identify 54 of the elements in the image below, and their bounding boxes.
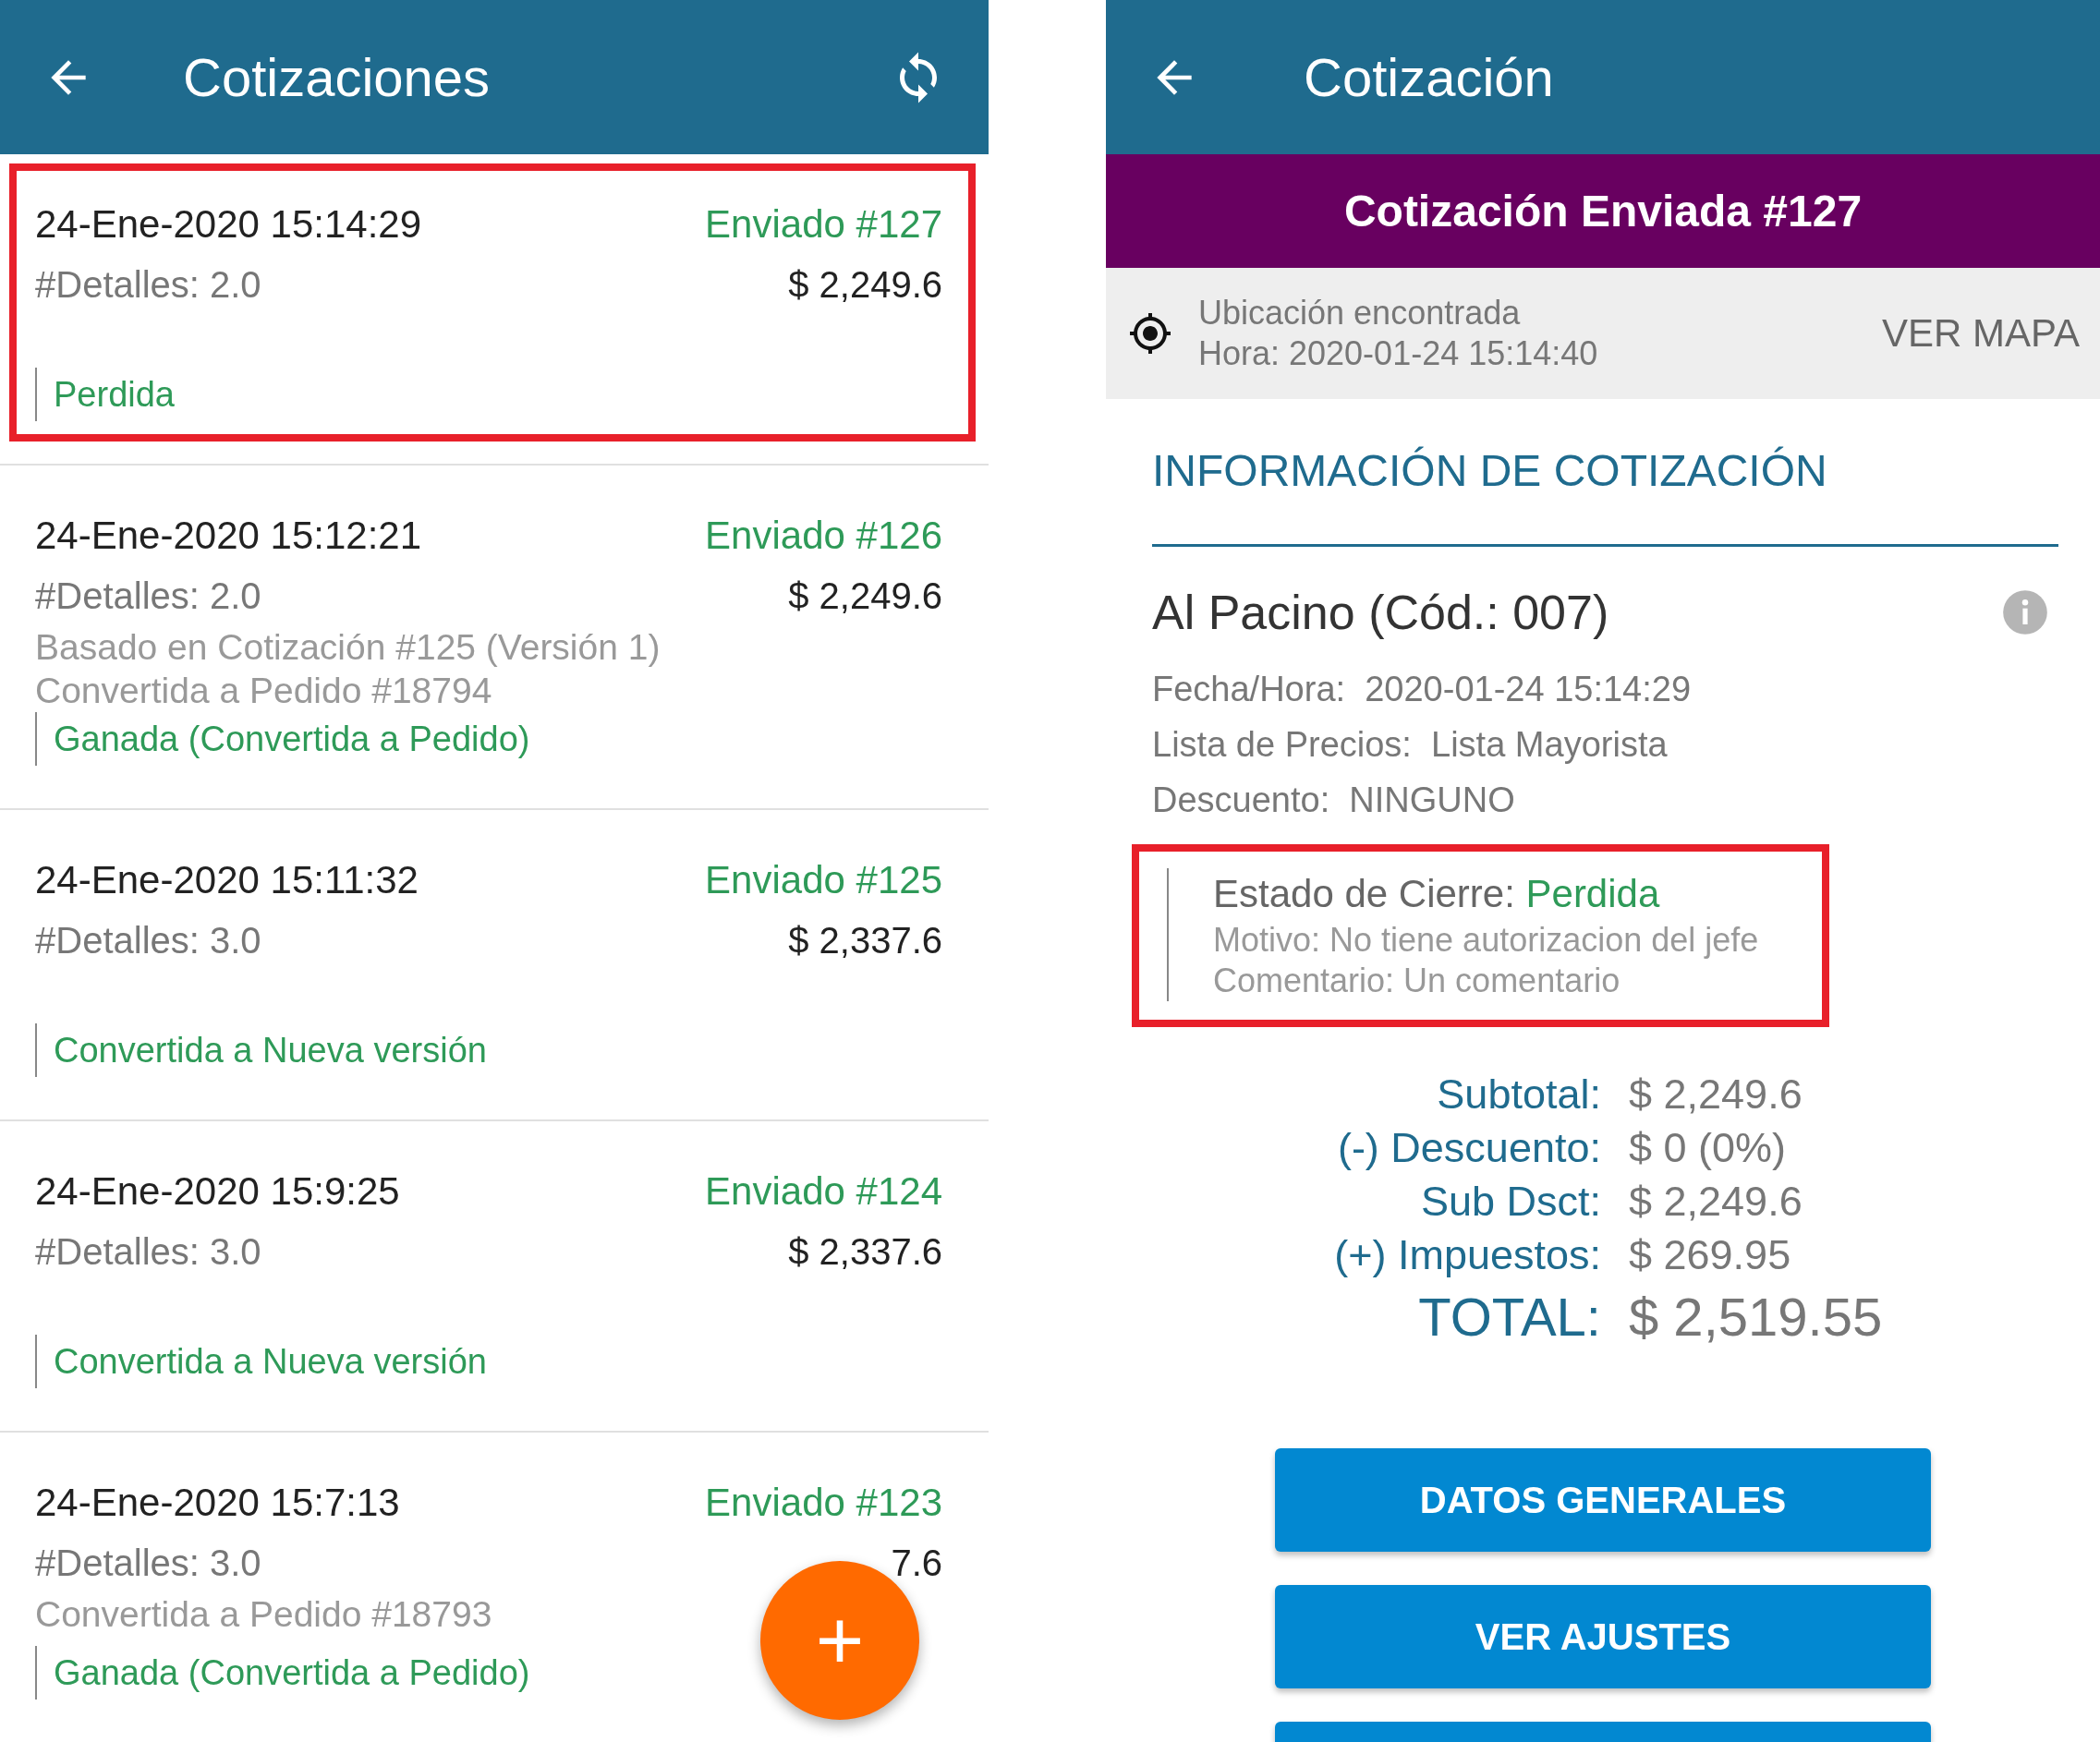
total-value: $ 2,249.6 bbox=[1629, 1177, 1803, 1227]
quote-status: Enviado #123 bbox=[705, 1481, 942, 1525]
quote-date: 24-Ene-2020 15:11:32 bbox=[35, 858, 419, 902]
total-label: TOTAL: bbox=[1417, 1286, 1601, 1349]
quote-amount: $ 2,249.6 bbox=[788, 575, 942, 617]
closing-label: Estado de Cierre: bbox=[1213, 872, 1515, 915]
quote-status: Enviado #127 bbox=[705, 202, 942, 247]
details-count: #Detalles: 3.0 bbox=[35, 1230, 261, 1273]
total-label: Sub Dsct: bbox=[1419, 1177, 1601, 1227]
screen-title: Cotización bbox=[1304, 46, 1555, 108]
details-count: #Detalles: 2.0 bbox=[35, 263, 261, 306]
closing-reason: Motivo: No tiene autorizacion del jefe bbox=[1213, 920, 1760, 961]
quote-note: Basado en Cotización #125 (Versión 1) bbox=[35, 626, 661, 669]
quote-outcome: Perdida bbox=[35, 368, 942, 421]
quote-date: 24-Ene-2020 15:14:29 bbox=[35, 202, 421, 247]
screen-title: Cotizaciones bbox=[183, 46, 492, 108]
closing-value: Perdida bbox=[1525, 872, 1660, 915]
quote-amount: $ 2,337.6 bbox=[788, 1230, 942, 1273]
client-name: Al Pacino (Cód.: 007) bbox=[1152, 585, 1609, 640]
info-field: Descuento: NINGUNO bbox=[1152, 772, 2058, 828]
info-field: Lista de Precios: Lista Mayorista bbox=[1152, 717, 2058, 772]
total-label: (+) Impuestos: bbox=[1333, 1230, 1601, 1280]
quote-date: 24-Ene-2020 15:9:25 bbox=[35, 1169, 400, 1214]
action-button[interactable]: DATOS GENERALES bbox=[1275, 1448, 1931, 1552]
quote-amount: $ 2,249.6 bbox=[788, 263, 942, 306]
location-target-icon bbox=[1128, 311, 1172, 356]
total-label: (-) Descuento: bbox=[1336, 1123, 1601, 1173]
location-status: Ubicación encontrada bbox=[1198, 293, 1522, 333]
quote-status: Enviado #126 bbox=[705, 514, 942, 558]
details-count: #Detalles: 2.0 bbox=[35, 575, 261, 617]
quote-note: Convertida a Pedido #18793 bbox=[35, 1593, 492, 1636]
total-value: $ 2,519.55 bbox=[1629, 1286, 1884, 1349]
status-banner: Cotización Enviada #127 bbox=[1106, 154, 2100, 268]
total-label: Subtotal: bbox=[1436, 1070, 1601, 1119]
quote-date: 24-Ene-2020 15:7:13 bbox=[35, 1481, 400, 1525]
quote-status: Enviado #125 bbox=[705, 858, 942, 902]
details-count: #Detalles: 3.0 bbox=[35, 919, 261, 962]
view-map-button[interactable]: VER MAPA bbox=[1882, 311, 2080, 356]
action-button[interactable]: VER AJUSTES bbox=[1275, 1585, 1931, 1688]
location-time: Hora: 2020-01-24 15:14:40 bbox=[1198, 333, 1599, 374]
total-value: $ 2,249.6 bbox=[1629, 1070, 1803, 1119]
quote-amount: $ 2,337.6 bbox=[788, 919, 942, 962]
details-count: #Detalles: 3.0 bbox=[35, 1542, 261, 1584]
quote-outcome: Ganada (Convertida a Pedido) bbox=[35, 712, 942, 766]
info-field: Fecha/Hora: 2020-01-24 15:14:29 bbox=[1152, 661, 2058, 717]
total-value: $ 0 (0%) bbox=[1629, 1123, 1788, 1173]
section-heading: INFORMACIÓN DE COTIZACIÓN bbox=[1152, 445, 2058, 547]
quote-status: Enviado #124 bbox=[705, 1169, 942, 1214]
quote-date: 24-Ene-2020 15:12:21 bbox=[35, 514, 421, 558]
quote-note: Convertida a Pedido #18794 bbox=[35, 670, 492, 712]
closing-comment: Comentario: Un comentario bbox=[1213, 961, 1621, 1001]
quote-outcome: Convertida a Nueva versión bbox=[35, 1335, 942, 1388]
quote-outcome: Convertida a Nueva versión bbox=[35, 1023, 942, 1077]
total-value: $ 269.95 bbox=[1629, 1230, 1792, 1280]
